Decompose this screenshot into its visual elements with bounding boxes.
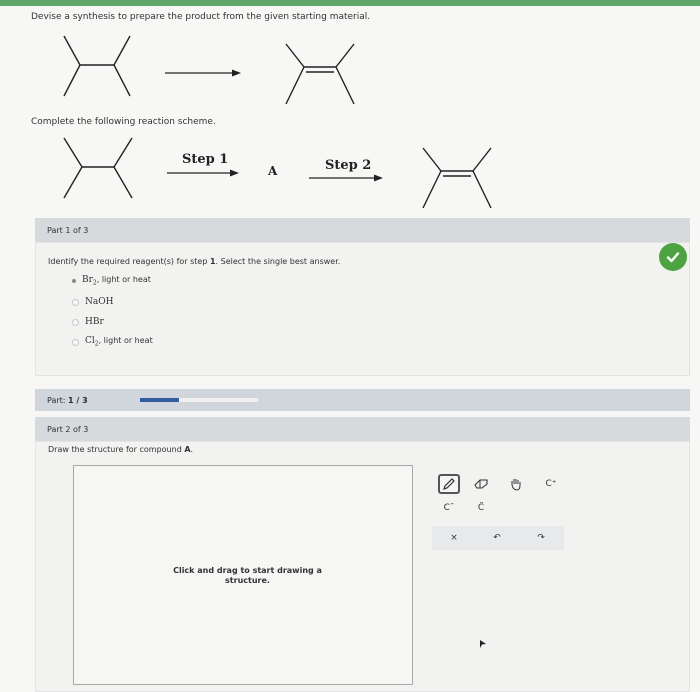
option-naoh-label: NaOH	[85, 297, 114, 307]
lone-pair-label: C̈	[477, 503, 485, 513]
part-1-prompt-suffix: . Select the single best answer.	[215, 257, 341, 266]
progress-label: Part:	[47, 395, 66, 405]
scheme-instruction: Complete the following reaction scheme.	[31, 117, 216, 127]
radio-naoh[interactable]	[72, 298, 79, 306]
part-1-prompt: Identify the required reagent(s) for ste…	[48, 257, 340, 266]
progress-value: 1 / 3	[68, 395, 88, 405]
option-br2-label: Br2, light or heat	[82, 275, 151, 287]
scheme-starting-material	[63, 137, 133, 199]
part-2-prompt: Draw the structure for compound A.	[48, 445, 193, 454]
step-1-label: Step 1	[182, 152, 229, 167]
pencil-icon[interactable]	[438, 474, 460, 494]
part-2-prompt-suffix: .	[190, 445, 194, 454]
step-2-arrow	[309, 174, 383, 182]
lone-pair-icon[interactable]: C̈	[470, 498, 492, 518]
anion-label: C¯	[443, 503, 455, 513]
correct-check-icon	[659, 243, 687, 271]
undo-label: ↶	[493, 533, 501, 543]
option-cl2-label: Cl2, light or heat	[85, 336, 153, 348]
option-naoh[interactable]: NaOH	[72, 295, 113, 309]
question-title: Devise a synthesis to prepare the produc…	[31, 12, 371, 22]
canvas-hint: Click and drag to start drawing a struct…	[173, 566, 322, 585]
part-2-title: Part 2 of 3	[47, 424, 89, 434]
product-structure	[285, 43, 355, 105]
cation-label: C⁺	[545, 479, 557, 489]
part-progress: Part: 1 / 3	[35, 389, 690, 411]
option-hbr-label: HBr	[85, 317, 104, 327]
part-2-prompt-text: Draw the structure for compound	[48, 445, 185, 454]
eraser-icon[interactable]	[470, 474, 492, 494]
undo-icon[interactable]: ↶	[486, 528, 508, 548]
radio-cl2[interactable]	[72, 338, 79, 346]
clear-icon[interactable]: ×	[443, 528, 465, 548]
reaction-arrow	[165, 69, 241, 77]
progress-track	[140, 398, 258, 402]
radio-br2[interactable]	[72, 279, 76, 283]
step-2-label: Step 2	[325, 158, 372, 173]
part-1-prompt-text: Identify the required reagent(s) for ste…	[48, 257, 210, 266]
clear-label: ×	[450, 533, 458, 543]
starting-material-structure	[63, 35, 131, 97]
hand-icon[interactable]	[505, 474, 527, 494]
scheme-product	[422, 147, 492, 209]
cation-icon[interactable]: C⁺	[540, 474, 562, 494]
redo-icon[interactable]: ↷	[530, 528, 552, 548]
option-hbr[interactable]: HBr	[72, 315, 104, 329]
radio-hbr[interactable]	[72, 318, 79, 326]
option-cl2[interactable]: Cl2, light or heat	[72, 335, 153, 349]
part-1-header: Part 1 of 3	[35, 218, 690, 242]
compound-a-label: A	[268, 164, 278, 178]
redo-label: ↷	[537, 533, 545, 543]
anion-icon[interactable]: C¯	[438, 498, 460, 518]
step-1-arrow	[167, 169, 239, 177]
part-2-header: Part 2 of 3	[35, 417, 690, 441]
option-br2[interactable]: Br2, light or heat	[72, 274, 151, 288]
mouse-cursor-icon	[480, 640, 486, 648]
part-1-title: Part 1 of 3	[47, 225, 89, 235]
progress-fill	[140, 398, 180, 402]
